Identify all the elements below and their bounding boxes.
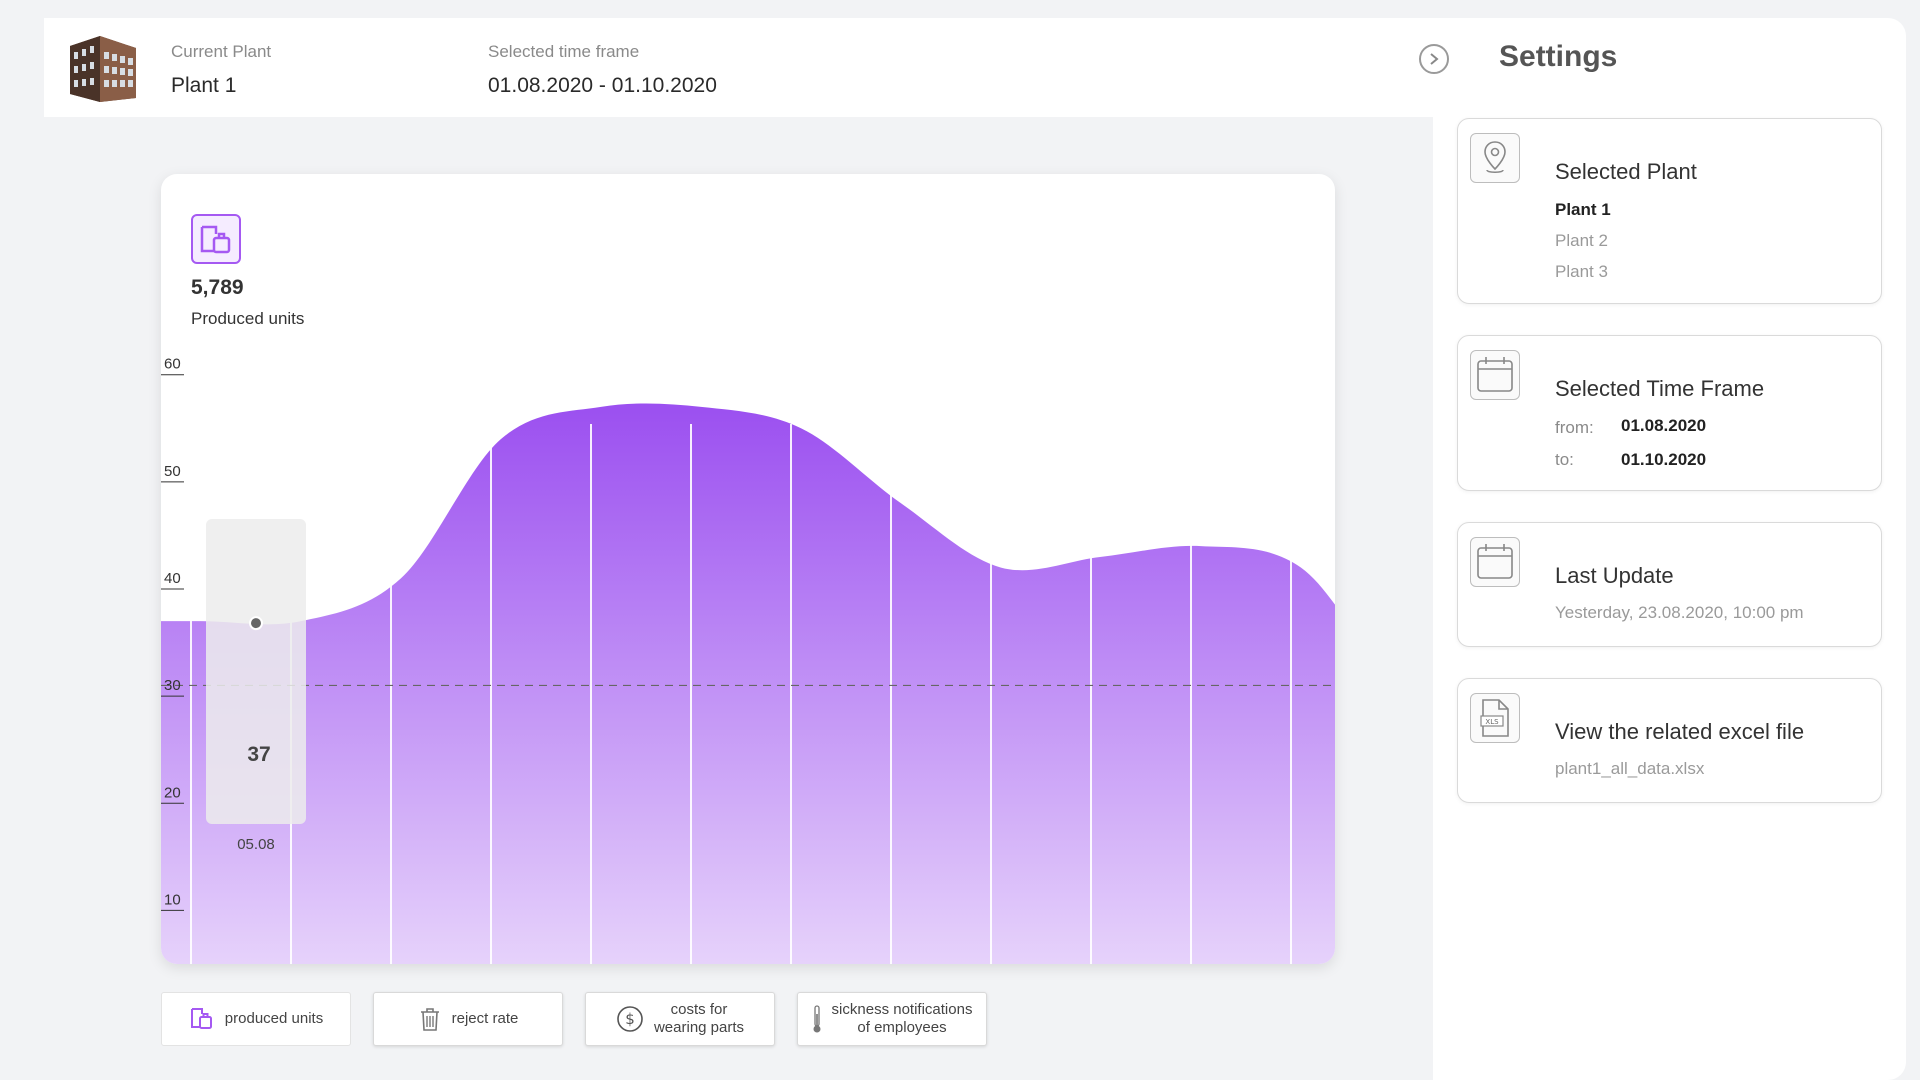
excel-file-title: View the related excel file xyxy=(1555,719,1805,744)
y-tick-label: 50 xyxy=(164,463,181,480)
from-value[interactable]: 01.08.2020 xyxy=(1621,416,1706,436)
xls-file-icon: XLS xyxy=(1470,693,1520,743)
metric-costs-wearing-parts-button[interactable]: $ costs for wearing parts xyxy=(585,992,775,1046)
tooltip-date: 05.08 xyxy=(237,836,275,853)
metric-label: sickness notifications of employees xyxy=(831,1001,973,1036)
time-frame-block: Selected time frame 01.08.2020 - 01.10.2… xyxy=(488,42,717,98)
tooltip-point[interactable] xyxy=(249,616,263,631)
svg-text:$: $ xyxy=(625,1010,635,1028)
metric-produced-units-button[interactable]: produced units xyxy=(161,992,351,1046)
xls-label: XLS xyxy=(1485,718,1499,726)
selected-plant-title: Selected Plant xyxy=(1555,159,1697,184)
top-header: Current Plant Plant 1 Selected time fram… xyxy=(44,18,1444,117)
selected-plant-card: Selected Plant Plant 1 Plant 2 Plant 3 xyxy=(1457,118,1882,304)
metric-label: costs for wearing parts xyxy=(653,1001,745,1036)
dollar-icon: $ xyxy=(617,1006,643,1032)
plant-option-3[interactable]: Plant 3 xyxy=(1555,262,1608,282)
y-tick-label: 30 xyxy=(164,677,181,694)
time-frame-title: Selected Time Frame xyxy=(1555,376,1765,401)
calendar-icon xyxy=(1470,537,1520,587)
selected-time-frame-card[interactable]: Selected Time Frame from: 01.08.2020 to:… xyxy=(1457,335,1882,491)
plant-option-2[interactable]: Plant 2 xyxy=(1555,231,1608,251)
to-value[interactable]: 01.10.2020 xyxy=(1621,450,1706,470)
collapse-panel-button[interactable] xyxy=(1419,44,1449,74)
area-chart[interactable]: 10 20 30 40 50 60 37 05.08 xyxy=(161,174,1335,964)
y-tick-label: 40 xyxy=(164,570,181,587)
chart-card: 5,789 Produced units 10 20 30 40 50 60 37 05.… xyxy=(161,174,1335,964)
metric-sickness-notifications-button[interactable]: sickness notifications of employees xyxy=(797,992,987,1046)
from-label: from: xyxy=(1555,418,1594,437)
to-label: to: xyxy=(1555,450,1574,469)
excel-file-card[interactable]: XLS View the related excel file plant1_a… xyxy=(1457,678,1882,803)
y-tick-label: 60 xyxy=(164,356,181,373)
produced-units-icon xyxy=(190,1008,212,1029)
time-frame-label: Selected time frame xyxy=(488,42,640,61)
location-pin-icon xyxy=(1470,133,1520,183)
last-update-value: Yesterday, 23.08.2020, 10:00 pm xyxy=(1555,603,1804,622)
metric-label: produced units xyxy=(224,1010,324,1027)
y-tick-label: 10 xyxy=(164,891,181,908)
chevron-right-icon xyxy=(1430,53,1439,65)
current-plant-label: Current Plant xyxy=(171,42,272,61)
calendar-icon xyxy=(1470,350,1520,400)
time-frame-value: 01.08.2020 - 01.10.2020 xyxy=(488,74,717,97)
thermometer-icon xyxy=(813,1005,821,1033)
current-plant-block: Current Plant Plant 1 xyxy=(171,42,271,98)
plant-building-image xyxy=(70,36,136,102)
tooltip-value: 37 xyxy=(247,743,270,766)
settings-title: Settings xyxy=(1499,40,1618,73)
metric-label: reject rate xyxy=(451,1010,519,1027)
tooltip-background xyxy=(206,519,306,824)
plant-option-1[interactable]: Plant 1 xyxy=(1555,200,1611,220)
excel-file-name[interactable]: plant1_all_data.xlsx xyxy=(1555,759,1704,779)
current-plant-value: Plant 1 xyxy=(171,74,237,97)
trash-icon xyxy=(420,1008,439,1031)
last-update-card: Last Update Yesterday, 23.08.2020, 10:00… xyxy=(1457,522,1882,647)
area-series xyxy=(161,403,1335,964)
app-window: Current Plant Plant 1 Selected time fram… xyxy=(10,18,1906,1080)
metric-reject-rate-button[interactable]: reject rate xyxy=(373,992,563,1046)
y-tick-label: 20 xyxy=(164,784,181,801)
last-update-title: Last Update xyxy=(1555,563,1674,588)
